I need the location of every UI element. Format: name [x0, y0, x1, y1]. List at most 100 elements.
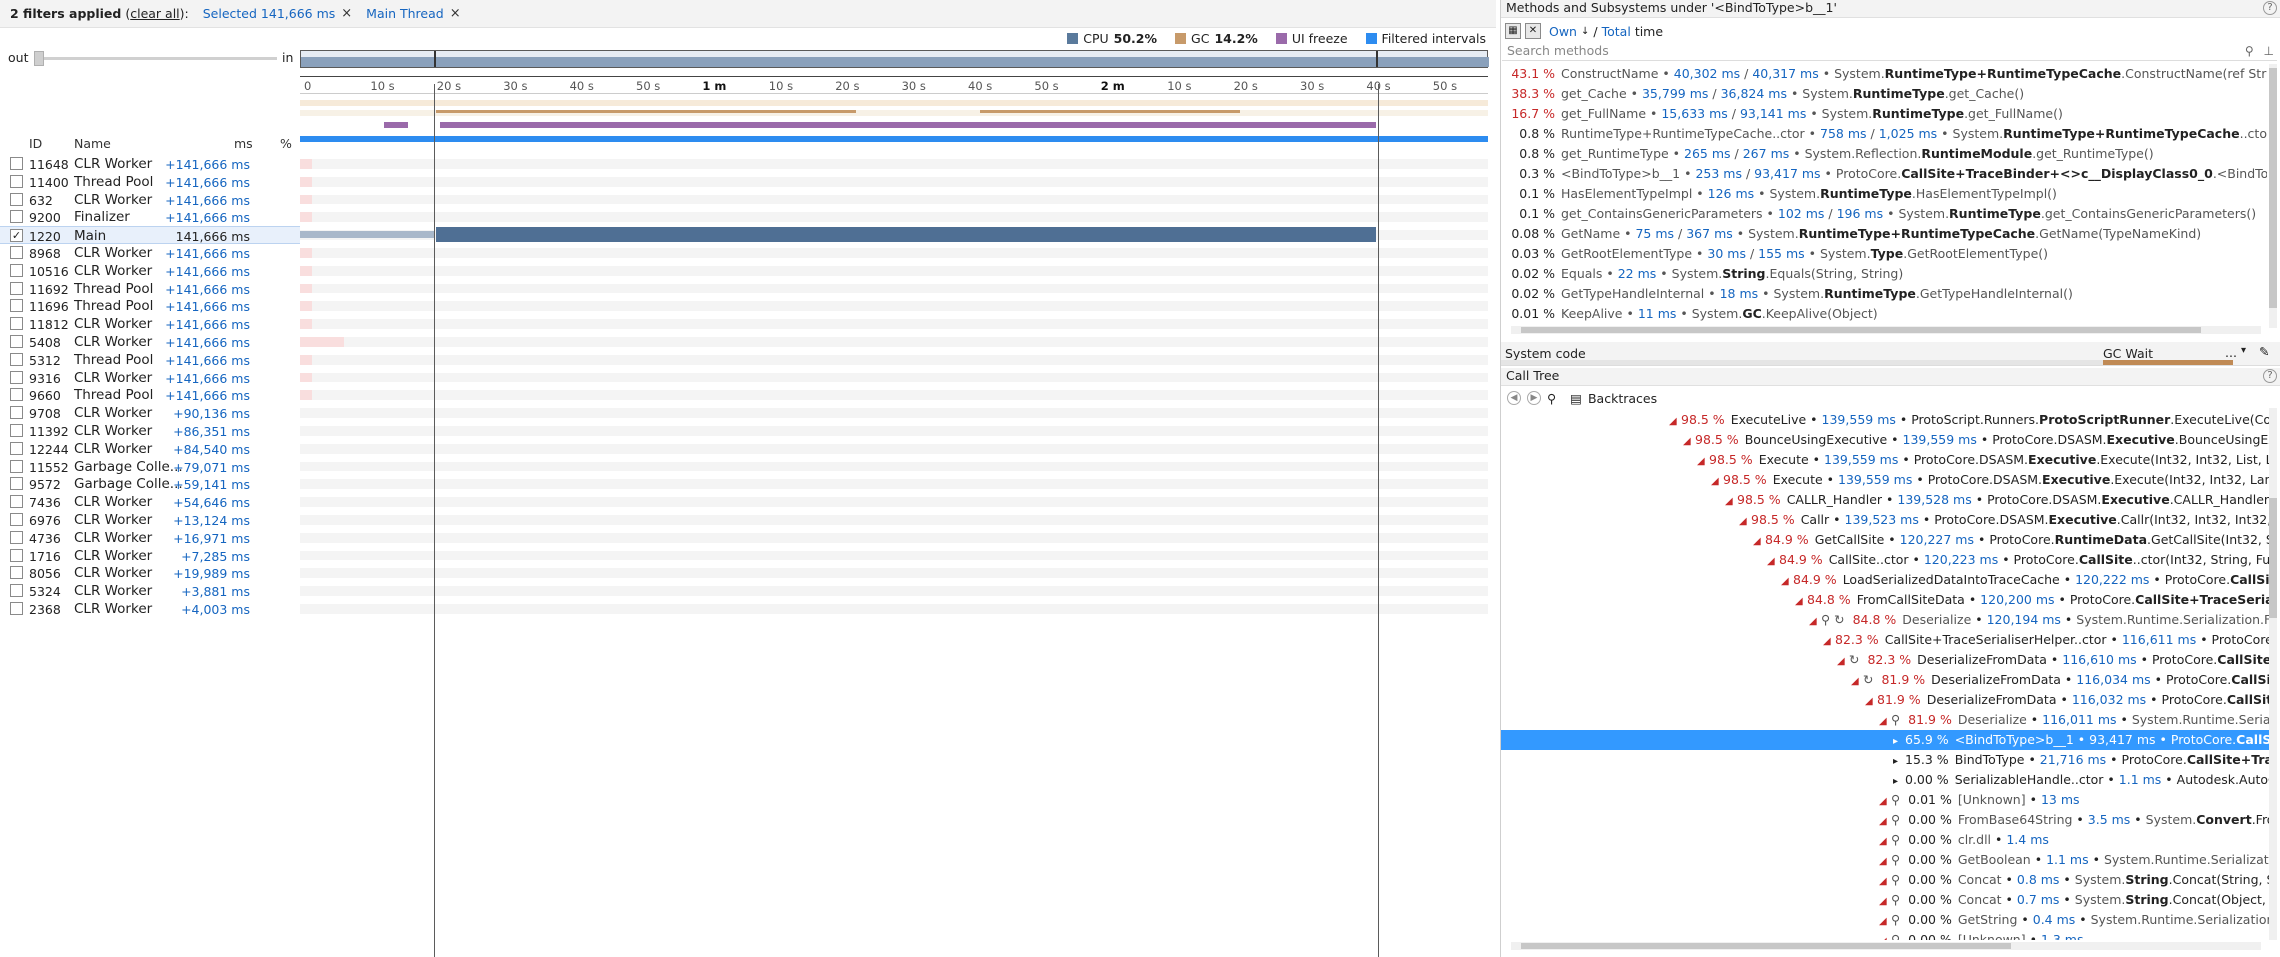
method-row[interactable]: 43.1 % ConstructName • 40,302 ms / 40,317… — [1501, 64, 2267, 84]
call-tree-node[interactable]: ◢ 84.9 % LoadSerializedDataIntoTraceCache … — [1501, 570, 2269, 590]
call-tree-node[interactable]: ◢ ⚲ 0.00 % Concat • 0.8 ms • System.String… — [1501, 870, 2269, 890]
call-tree-node[interactable]: ◢ ⚲ ↻ 84.8 % Deserialize • 120,194 ms • Sy… — [1501, 610, 2269, 630]
expand-toggle-icon[interactable]: ◢ — [1879, 716, 1887, 727]
call-tree-node[interactable]: ◢ 98.5 % Callr • 139,523 ms • ProtoCore.DS… — [1501, 510, 2269, 530]
thread-row[interactable]: 11696 Thread Pool +141,666 ms — [0, 297, 300, 315]
legend-item[interactable]: UI freeze — [1275, 31, 1348, 46]
thread-checkbox[interactable] — [10, 352, 23, 366]
overview-selection-window[interactable] — [434, 51, 1378, 67]
thread-row[interactable]: ✓ 1220 Main 141,666 ms — [0, 226, 300, 244]
expand-toggle-icon[interactable]: ◢ — [1879, 796, 1887, 807]
thread-checkbox[interactable] — [10, 441, 23, 455]
scroll-thumb[interactable] — [2269, 498, 2277, 618]
expand-toggle-icon[interactable]: ◢ — [1879, 876, 1887, 887]
remove-filter-selected-icon[interactable]: × — [341, 6, 352, 21]
method-row[interactable]: 0.3 % <BindToType>b__1 • 253 ms / 93,417 … — [1501, 164, 2267, 184]
thread-track[interactable] — [300, 564, 1488, 582]
method-row[interactable]: 0.08 % GetName • 75 ms / 367 ms • System.… — [1501, 224, 2267, 244]
thread-track[interactable] — [300, 191, 1488, 209]
expand-toggle-icon[interactable]: ◢ — [1879, 896, 1887, 907]
thread-track[interactable] — [300, 547, 1488, 565]
thread-checkbox[interactable]: ✓ — [10, 229, 23, 243]
column-ms[interactable]: ms — [234, 136, 253, 151]
selection-start-marker[interactable] — [434, 84, 435, 957]
search-icon[interactable]: ⚲ — [1547, 391, 1556, 406]
thread-row[interactable]: 5312 Thread Pool +141,666 ms — [0, 351, 300, 369]
thread-row[interactable]: 4736 CLR Worker +16,971 ms — [0, 529, 300, 547]
thread-row[interactable]: 11400 Thread Pool +141,666 ms — [0, 173, 300, 191]
call-tree-node[interactable]: ◢ 98.5 % BounceUsingExecutive • 139,559 ms… — [1501, 430, 2269, 450]
thread-checkbox[interactable] — [10, 370, 23, 384]
call-tree-node[interactable]: ◢ ↻ 81.9 % DeserializeFromData • 116,034 m… — [1501, 670, 2269, 690]
call-tree-node[interactable]: ▸ 0.00 % SerializableHandle..ctor • 1.1 ms… — [1501, 770, 2269, 790]
expand-toggle-icon[interactable]: ◢ — [1711, 476, 1719, 487]
expand-toggle-icon[interactable]: ◢ — [1879, 836, 1887, 847]
call-tree-node[interactable]: ◢ ⚲ 0.00 % FromBase64String • 3.5 ms • Sys… — [1501, 810, 2269, 830]
thread-row[interactable]: 10516 CLR Worker +141,666 ms — [0, 262, 300, 280]
clear-all-link[interactable]: clear all — [130, 6, 179, 21]
thread-track[interactable] — [300, 582, 1488, 600]
method-row[interactable]: 0.8 % RuntimeType+RuntimeTypeCache..ctor … — [1501, 124, 2267, 144]
thread-checkbox[interactable] — [10, 388, 23, 402]
column-name[interactable]: Name — [74, 136, 111, 151]
selection-end-marker[interactable] — [1378, 84, 1379, 957]
methods-vertical-scrollbar[interactable] — [2269, 64, 2277, 328]
thread-checkbox[interactable] — [10, 246, 23, 259]
thread-checkbox[interactable] — [10, 210, 23, 224]
thread-track[interactable] — [300, 173, 1488, 191]
thread-row[interactable]: 2368 CLR Worker +4,003 ms — [0, 600, 300, 618]
expand-toggle-icon[interactable]: ◢ — [1725, 496, 1733, 507]
expand-toggle-icon[interactable]: ▸ — [1893, 756, 1901, 767]
expand-toggle-icon[interactable]: ◢ — [1697, 456, 1705, 467]
legend-item[interactable]: GC 14.2% — [1175, 31, 1258, 46]
scroll-thumb[interactable] — [2269, 68, 2277, 308]
call-tree-horizontal-scrollbar[interactable] — [1511, 942, 2261, 950]
expand-toggle-icon[interactable]: ◢ — [1739, 516, 1747, 527]
thread-row[interactable]: 11812 CLR Worker +141,666 ms — [0, 315, 300, 333]
thread-row[interactable]: 11692 Thread Pool +141,666 ms — [0, 280, 300, 298]
thread-track[interactable] — [300, 440, 1488, 458]
thread-row[interactable]: 9572 Garbage Colle... +59,141 ms — [0, 475, 300, 493]
call-tree-node[interactable]: ◢ 84.9 % GetCallSite • 120,227 ms • ProtoC… — [1501, 530, 2269, 550]
method-row[interactable]: 0.03 % GetRootElementType • 30 ms / 155 m… — [1501, 244, 2267, 264]
thread-row[interactable]: 11648 CLR Worker +141,666 ms — [0, 155, 300, 173]
expand-toggle-icon[interactable]: ◢ — [1767, 556, 1775, 567]
thread-track[interactable] — [300, 280, 1488, 298]
thread-checkbox[interactable] — [10, 317, 23, 331]
call-tree-node[interactable]: ◢ 98.5 % Execute • 139,559 ms • ProtoCore.… — [1501, 470, 2269, 490]
thread-row[interactable]: 5408 CLR Worker +141,666 ms — [0, 333, 300, 351]
thread-track[interactable] — [300, 386, 1488, 404]
thread-row[interactable]: 8056 CLR Worker +19,989 ms — [0, 564, 300, 582]
call-tree-node[interactable]: ◢ ⚲ 0.00 % GetString • 0.4 ms • System.Run… — [1501, 910, 2269, 930]
zoom-slider-track[interactable] — [34, 57, 277, 60]
thread-track[interactable] — [300, 315, 1488, 333]
scroll-thumb[interactable] — [1521, 943, 2011, 949]
expand-toggle-icon[interactable]: ▸ — [1893, 736, 1901, 747]
total-time-toggle[interactable]: Total — [1602, 24, 1631, 39]
expand-toggle-icon[interactable]: ◢ — [1837, 656, 1845, 667]
thread-checkbox[interactable] — [10, 495, 23, 509]
column-id[interactable]: ID — [29, 136, 42, 151]
thread-track[interactable] — [300, 458, 1488, 476]
thread-track[interactable] — [300, 529, 1488, 547]
thread-checkbox[interactable] — [10, 406, 23, 420]
legend-item[interactable]: Filtered intervals — [1365, 31, 1486, 46]
call-tree-node[interactable]: ◢ ⚲ 81.9 % Deserialize • 116,011 ms • Syst… — [1501, 710, 2269, 730]
pin-icon[interactable]: ⊥ — [2264, 44, 2274, 58]
expand-toggle-icon[interactable]: ◢ — [1879, 936, 1887, 940]
expand-toggle-icon[interactable]: ◢ — [1851, 676, 1859, 687]
backtraces-icon[interactable]: ▤ — [1570, 391, 1582, 406]
thread-checkbox[interactable] — [10, 192, 23, 206]
call-tree-node[interactable]: ◢ 98.5 % CALLR_Handler • 139,528 ms • Prot… — [1501, 490, 2269, 510]
thread-checkbox[interactable] — [10, 335, 23, 348]
help-icon[interactable]: ? — [2263, 369, 2277, 383]
expand-toggle-icon[interactable]: ◢ — [1823, 636, 1831, 647]
scroll-thumb[interactable] — [1521, 327, 2201, 333]
expand-toggle-icon[interactable]: ◢ — [1879, 916, 1887, 927]
expand-toggle-icon[interactable]: ◢ — [1669, 416, 1677, 427]
method-row[interactable]: 0.1 % get_ContainsGenericParameters • 102… — [1501, 204, 2267, 224]
backtraces-button[interactable]: Backtraces — [1588, 391, 1657, 406]
method-row[interactable]: 0.01 % KeepAlive • 11 ms • System.GC.Keep… — [1501, 304, 2267, 324]
thread-track[interactable] — [300, 155, 1488, 173]
method-row[interactable]: 0.8 % get_RuntimeType • 265 ms / 267 ms •… — [1501, 144, 2267, 164]
